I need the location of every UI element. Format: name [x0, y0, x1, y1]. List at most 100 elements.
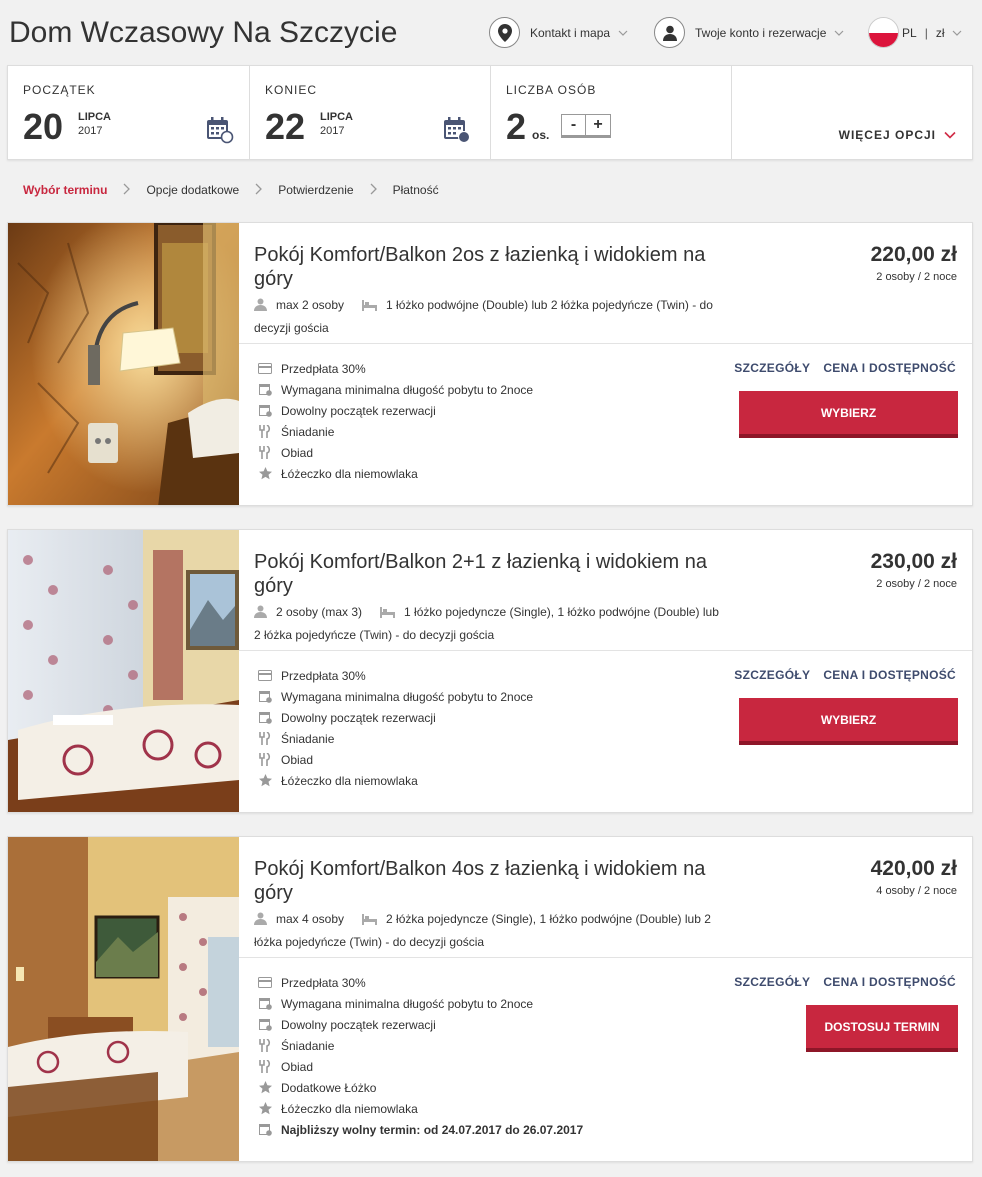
price-availability-link[interactable]: CENA I DOSTĘPNOŚĆ: [823, 668, 956, 682]
bed-icon: [380, 604, 396, 625]
end-day: 22: [265, 106, 306, 147]
start-label: POCZĄTEK: [23, 83, 96, 97]
end-label: KONIEC: [265, 83, 318, 97]
bed-icon: [362, 297, 378, 318]
more-options-field[interactable]: WIĘCEJ OPCJI: [732, 66, 972, 159]
credit-card-icon: [258, 362, 272, 376]
star-icon: [258, 467, 272, 481]
room-card: Pokój Komfort/Balkon 2os z łazienką i wi…: [7, 222, 973, 506]
room-photo[interactable]: [8, 223, 239, 505]
step-confirmation: Potwierdzenie: [278, 183, 354, 197]
chevron-right-icon: [370, 182, 377, 198]
room-links: SZCZEGÓŁY CENA I DOSTĘPNOŚĆ: [734, 361, 956, 375]
cutlery-icon: [258, 446, 272, 460]
star-icon: [258, 774, 272, 788]
people-label: LICZBA OSÓB: [506, 83, 597, 97]
cutlery-icon: [258, 732, 272, 746]
feature-item: Obiad: [258, 749, 533, 770]
room-photo[interactable]: [8, 837, 239, 1161]
increment-button[interactable]: +: [586, 115, 610, 135]
room-features: Przedpłata 30% Wymagana minimalna długoś…: [258, 358, 533, 484]
room-price: 220,00 zł: [870, 243, 957, 266]
nearest-free-date: Najbliższy wolny termin: od 24.07.2017 d…: [281, 1122, 584, 1137]
room-meta: 2 osoby (max 3) 1 łóżko pojedyncze (Singl…: [254, 602, 724, 646]
details-link[interactable]: SZCZEGÓŁY: [734, 975, 810, 989]
hotel-name[interactable]: Dom Wczasowy Na Szczycie: [9, 16, 397, 50]
room-links: SZCZEGÓŁY CENA I DOSTĘPNOŚĆ: [734, 668, 956, 682]
feature-item: Przedpłata 30%: [258, 665, 533, 686]
adjust-dates-button[interactable]: DOSTOSUJ TERMIN: [806, 1005, 958, 1052]
calendar-icon: [258, 711, 272, 725]
search-bar: POCZĄTEK 20 LIPCA 2017 KONIEC 22 LIPCA 2…: [7, 65, 973, 160]
booking-steps-breadcrumb: Wybór terminu Opcje dodatkowe Potwierdze…: [23, 182, 439, 198]
room-summary: Pokój Komfort/Balkon 2+1 z łazienką i wi…: [239, 530, 972, 651]
step-date-selection[interactable]: Wybór terminu: [23, 183, 107, 197]
credit-card-icon: [258, 976, 272, 990]
top-header: Dom Wczasowy Na Szczycie Kontakt i mapa …: [0, 0, 982, 62]
feature-item: Dowolny początek rezerwacji: [258, 400, 533, 421]
select-room-button[interactable]: WYBIERZ: [739, 698, 958, 745]
calendar-start-icon[interactable]: [206, 116, 234, 144]
account-label: Twoje konto i rezerwacje: [695, 25, 827, 40]
room-capacity: 2 osoby (max 3): [276, 605, 363, 619]
contact-map-label: Kontakt i mapa: [530, 25, 611, 40]
feature-text: Przedpłata 30%: [281, 668, 366, 683]
feature-text: Śniadanie: [281, 1038, 335, 1053]
price-availability-link[interactable]: CENA I DOSTĘPNOŚĆ: [823, 975, 956, 989]
end-month: LIPCA: [320, 111, 353, 123]
feature-item: Przedpłata 30%: [258, 358, 533, 379]
chevron-down-icon: [834, 28, 844, 38]
feature-text: Dowolny początek rezerwacji: [281, 710, 436, 725]
cutlery-icon: [258, 425, 272, 439]
feature-text: Dowolny początek rezerwacji: [281, 403, 436, 418]
calendar-icon: [258, 1018, 272, 1032]
account-link[interactable]: Twoje konto i rezerwacje: [654, 17, 844, 48]
start-date-field[interactable]: POCZĄTEK 20 LIPCA 2017: [8, 66, 250, 159]
details-link[interactable]: SZCZEGÓŁY: [734, 668, 810, 682]
person-icon: [254, 911, 267, 932]
feature-item: Łóżeczko dla niemowlaka: [258, 1098, 583, 1119]
select-room-button[interactable]: WYBIERZ: [739, 391, 958, 438]
room-photo[interactable]: [8, 530, 239, 812]
room-features: Przedpłata 30% Wymagana minimalna długoś…: [258, 665, 533, 791]
details-link[interactable]: SZCZEGÓŁY: [734, 361, 810, 375]
end-date-field[interactable]: KONIEC 22 LIPCA 2017: [250, 66, 491, 159]
feature-text: Wymagana minimalna długość pobytu to 2no…: [281, 689, 534, 704]
feature-item: Obiad: [258, 442, 533, 463]
star-icon: [258, 1081, 272, 1095]
feature-text: Przedpłata 30%: [281, 361, 366, 376]
end-year: 2017: [320, 125, 345, 137]
language-currency-selector[interactable]: PL | zł: [868, 17, 962, 48]
people-count-field: LICZBA OSÓB 2 os. - +: [491, 66, 732, 159]
decrement-button[interactable]: -: [562, 115, 586, 135]
feature-item: Łóżeczko dla niemowlaka: [258, 463, 533, 484]
feature-text: Wymagana minimalna długość pobytu to 2no…: [281, 996, 534, 1011]
people-unit: os.: [532, 128, 550, 142]
cutlery-icon: [258, 753, 272, 767]
more-options-button[interactable]: WIĘCEJ OPCJI: [839, 128, 956, 142]
calendar-icon: [258, 1123, 272, 1137]
room-price-note: 2 osoby / 2 noce: [876, 578, 957, 590]
map-pin-icon: [489, 17, 520, 48]
feature-text: Dowolny początek rezerwacji: [281, 1017, 436, 1032]
feature-item: Przedpłata 30%: [258, 972, 583, 993]
feature-item: Śniadanie: [258, 728, 533, 749]
room-price-note: 2 osoby / 2 noce: [876, 271, 957, 283]
room-title[interactable]: Pokój Komfort/Balkon 2+1 z łazienką i wi…: [254, 550, 724, 598]
feature-text: Obiad: [281, 752, 314, 767]
calendar-icon: [258, 690, 272, 704]
cutlery-icon: [258, 1039, 272, 1053]
contact-map-link[interactable]: Kontakt i mapa: [489, 17, 628, 48]
price-availability-link[interactable]: CENA I DOSTĘPNOŚĆ: [823, 361, 956, 375]
credit-card-icon: [258, 669, 272, 683]
feature-item: Dowolny początek rezerwacji: [258, 1014, 583, 1035]
calendar-end-icon[interactable]: [443, 116, 470, 143]
room-price-note: 4 osoby / 2 noce: [876, 885, 957, 897]
room-title[interactable]: Pokój Komfort/Balkon 2os z łazienką i wi…: [254, 243, 724, 291]
feature-item: Dowolny początek rezerwacji: [258, 707, 533, 728]
room-title[interactable]: Pokój Komfort/Balkon 4os z łazienką i wi…: [254, 857, 724, 905]
person-icon: [254, 297, 267, 318]
start-month: LIPCA: [78, 111, 111, 123]
feature-item: Śniadanie: [258, 1035, 583, 1056]
start-year: 2017: [78, 125, 103, 137]
